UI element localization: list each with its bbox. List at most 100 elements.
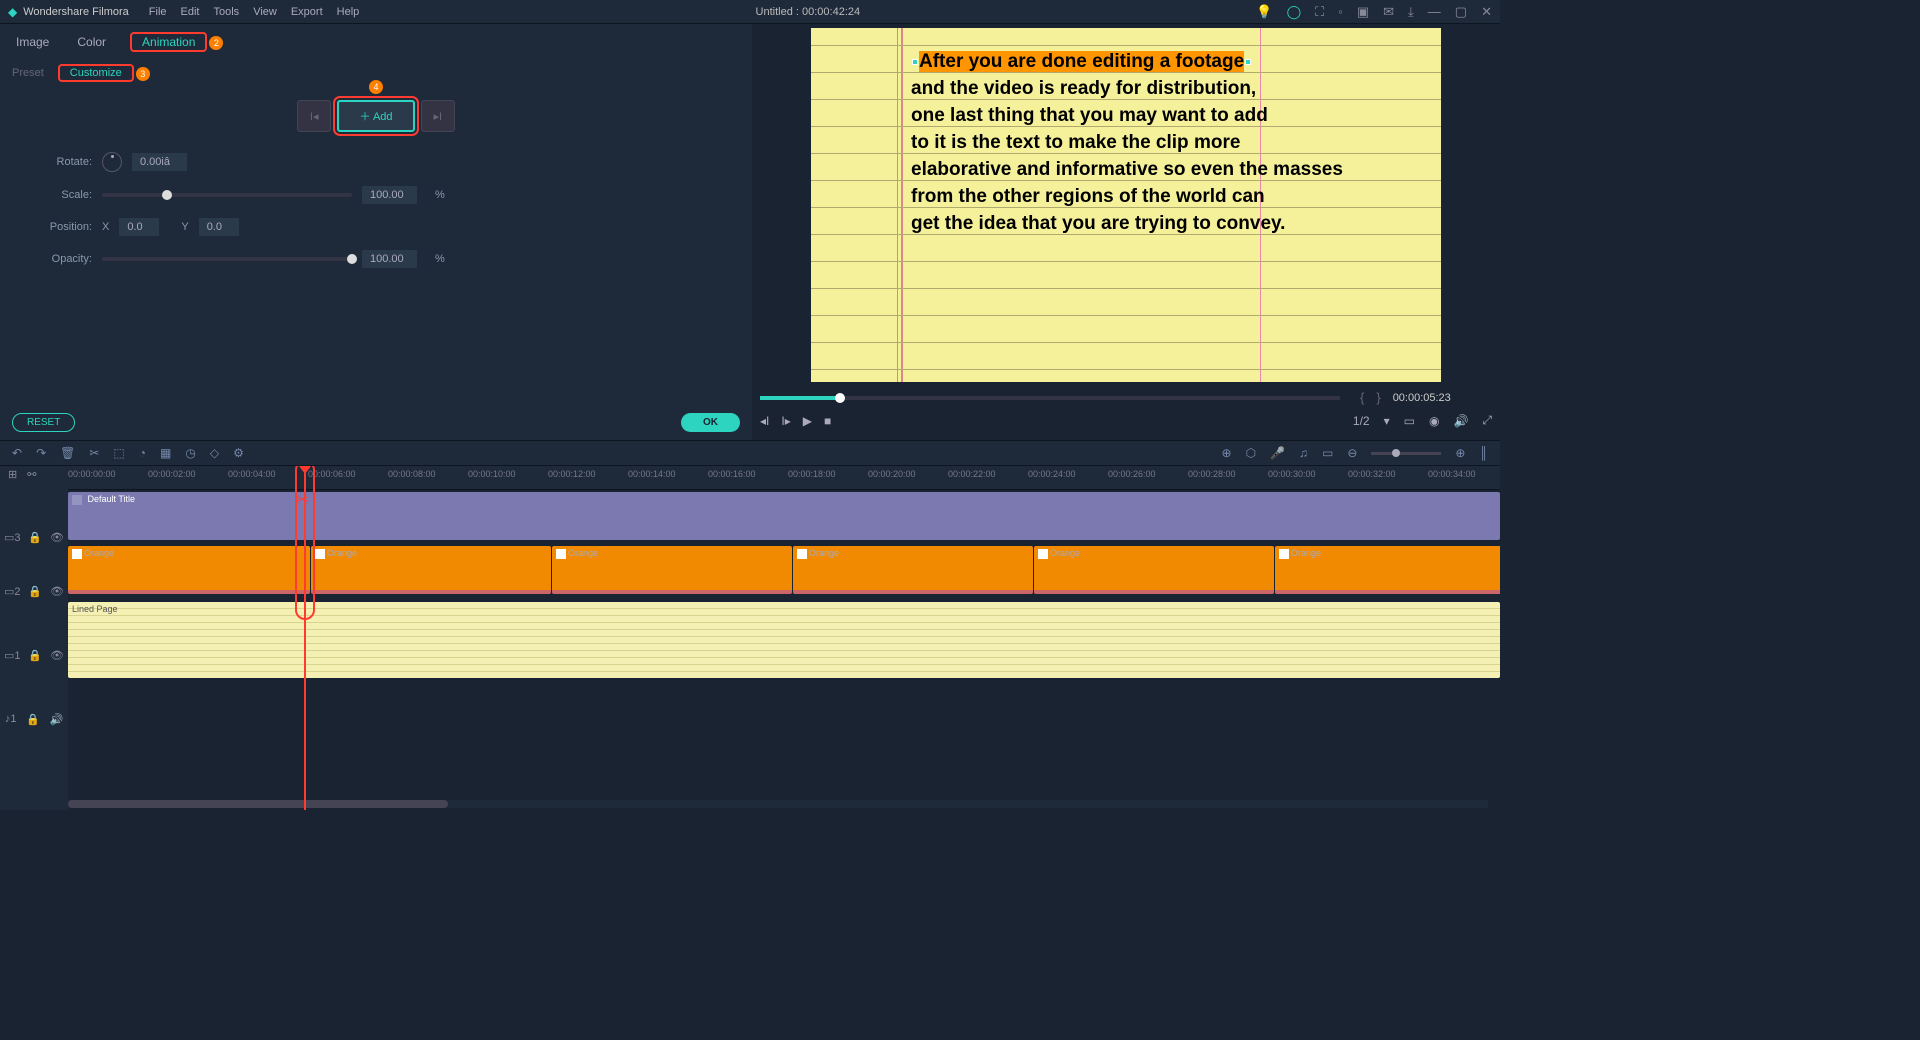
lined-page-clip[interactable]: Lined Page: [68, 602, 1500, 678]
scale-slider[interactable]: [102, 193, 352, 197]
undo-icon[interactable]: ↶: [12, 446, 22, 460]
mark-in-icon[interactable]: {: [1360, 390, 1364, 405]
timeline-scrollbar[interactable]: [68, 800, 1488, 808]
save-icon[interactable]: ▣: [1357, 4, 1369, 20]
next-keyframe-button[interactable]: ▸I: [421, 100, 456, 132]
preview-viewport[interactable]: After you are done editing a footage and…: [811, 28, 1441, 382]
add-keyframe-button[interactable]: ＋ Add 4: [337, 100, 414, 132]
prev-frame-icon[interactable]: ◂I: [760, 414, 769, 428]
marker-icon[interactable]: ⬡: [1246, 446, 1256, 460]
fullscreen-icon[interactable]: ⤢: [1482, 413, 1492, 428]
track-3-label: ▭3: [4, 531, 21, 544]
position-x-input[interactable]: [119, 218, 159, 236]
audio-track[interactable]: [68, 691, 1500, 721]
redo-icon[interactable]: ↷: [36, 446, 46, 460]
selection-handle-icon[interactable]: [1245, 59, 1251, 65]
opacity-input[interactable]: [362, 250, 417, 268]
timeline-content[interactable]: 00:00:00:00 00:00:02:00 00:00:04:00 00:0…: [68, 466, 1500, 810]
color-icon[interactable]: ▦: [160, 446, 171, 460]
zoom-fit-icon[interactable]: ║: [1479, 446, 1488, 460]
opacity-slider[interactable]: [102, 257, 352, 261]
menu-export[interactable]: Export: [291, 6, 323, 18]
preview-text[interactable]: After you are done editing a footage and…: [911, 48, 1371, 237]
track-manage-icon[interactable]: ⊞: [8, 468, 17, 481]
prev-keyframe-button[interactable]: I◂: [297, 100, 332, 132]
adjust-icon[interactable]: ⚙: [233, 446, 244, 460]
eye-icon[interactable]: 👁: [50, 649, 64, 662]
title-clip[interactable]: Default Title: [68, 492, 1500, 540]
mute-icon[interactable]: 🔊: [49, 713, 63, 726]
zoom-out-icon[interactable]: ⊖: [1347, 446, 1357, 460]
mixer-icon[interactable]: ♫: [1299, 446, 1308, 460]
selection-handle-icon[interactable]: [912, 59, 918, 65]
render-icon[interactable]: ⊕: [1222, 446, 1232, 460]
tab-animation[interactable]: Animation: [138, 33, 199, 51]
rotate-input[interactable]: [132, 153, 187, 171]
display-icon[interactable]: ▭: [1404, 414, 1415, 428]
tab-customize[interactable]: Customize: [66, 65, 126, 81]
volume-icon[interactable]: 🔊: [1453, 414, 1468, 428]
preview-line-2: and the video is ready for distribution,: [911, 78, 1256, 99]
snapshot-icon[interactable]: ◉: [1429, 414, 1439, 428]
tips-icon[interactable]: 💡: [1256, 4, 1272, 20]
zoom-in-icon[interactable]: ⊕: [1455, 446, 1465, 460]
stop-icon[interactable]: ■: [824, 414, 831, 428]
track-1[interactable]: Lined Page: [68, 600, 1500, 680]
snap-icon[interactable]: ▭: [1322, 446, 1333, 460]
lock-icon[interactable]: 🔒: [28, 531, 42, 544]
menu-edit[interactable]: Edit: [181, 6, 200, 18]
orange-clip[interactable]: Orange: [793, 546, 1033, 594]
voiceover-icon[interactable]: 🎤: [1270, 446, 1285, 460]
rotate-knob[interactable]: [102, 152, 122, 172]
zoom-slider[interactable]: [1371, 452, 1441, 455]
orange-clip[interactable]: Orange: [1034, 546, 1274, 594]
orange-clip[interactable]: Orange: [1275, 546, 1500, 594]
menu-view[interactable]: View: [253, 6, 277, 18]
menu-help[interactable]: Help: [337, 6, 360, 18]
account-icon[interactable]: ◦: [1338, 4, 1343, 19]
position-y-input[interactable]: [199, 218, 239, 236]
next-frame-icon[interactable]: I▸: [781, 414, 790, 428]
timeline-ruler[interactable]: 00:00:00:00 00:00:02:00 00:00:04:00 00:0…: [68, 466, 1500, 490]
clock-icon[interactable]: ◷: [185, 446, 195, 460]
delete-icon[interactable]: 🗑: [60, 446, 75, 460]
preview-line-1: After you are done editing a footage: [919, 51, 1244, 72]
reset-button[interactable]: RESET: [12, 413, 75, 432]
play-icon[interactable]: ▶: [803, 414, 812, 428]
menu-file[interactable]: File: [149, 6, 167, 18]
tab-image[interactable]: Image: [12, 33, 53, 51]
minimize-icon[interactable]: —: [1428, 4, 1441, 19]
ruler-mark: 00:00:14:00: [628, 469, 676, 479]
mark-out-icon[interactable]: }: [1376, 390, 1380, 405]
ok-button[interactable]: OK: [681, 413, 740, 432]
scale-input[interactable]: [362, 186, 417, 204]
support-icon[interactable]: ◯: [1287, 4, 1302, 20]
crop-icon[interactable]: ⬚: [113, 446, 124, 460]
speed-icon[interactable]: ◔: [139, 446, 146, 460]
orange-clip[interactable]: Orange: [311, 546, 551, 594]
gift-icon[interactable]: ⛶: [1315, 4, 1324, 20]
cut-icon[interactable]: ✂: [89, 446, 99, 460]
preview-progress[interactable]: [760, 396, 1340, 400]
orange-clip[interactable]: Orange: [68, 546, 310, 594]
eye-icon[interactable]: 👁: [50, 585, 64, 598]
maximize-icon[interactable]: ▢: [1455, 4, 1467, 20]
close-icon[interactable]: ✕: [1481, 4, 1492, 20]
chevron-down-icon[interactable]: ▾: [1384, 414, 1390, 428]
playhead[interactable]: 1: [304, 466, 306, 810]
eye-icon[interactable]: 👁: [50, 531, 64, 544]
track-3[interactable]: Default Title: [68, 490, 1500, 544]
orange-clip[interactable]: Orange: [552, 546, 792, 594]
mail-icon[interactable]: ✉: [1383, 4, 1394, 20]
link-icon[interactable]: ⚯: [27, 468, 36, 481]
preview-ratio[interactable]: 1/2: [1353, 414, 1370, 428]
tab-color[interactable]: Color: [73, 33, 110, 51]
clip-label: Orange: [327, 548, 357, 558]
track-2[interactable]: Orange Orange Orange Orange Orange Orang…: [68, 544, 1500, 598]
download-icon[interactable]: ⤓: [1408, 4, 1414, 20]
keyframe-icon[interactable]: ◇: [210, 446, 219, 460]
lock-icon[interactable]: 🔒: [26, 713, 40, 726]
menu-tools[interactable]: Tools: [214, 6, 240, 18]
lock-icon[interactable]: 🔒: [28, 585, 42, 598]
lock-icon[interactable]: 🔒: [28, 649, 42, 662]
